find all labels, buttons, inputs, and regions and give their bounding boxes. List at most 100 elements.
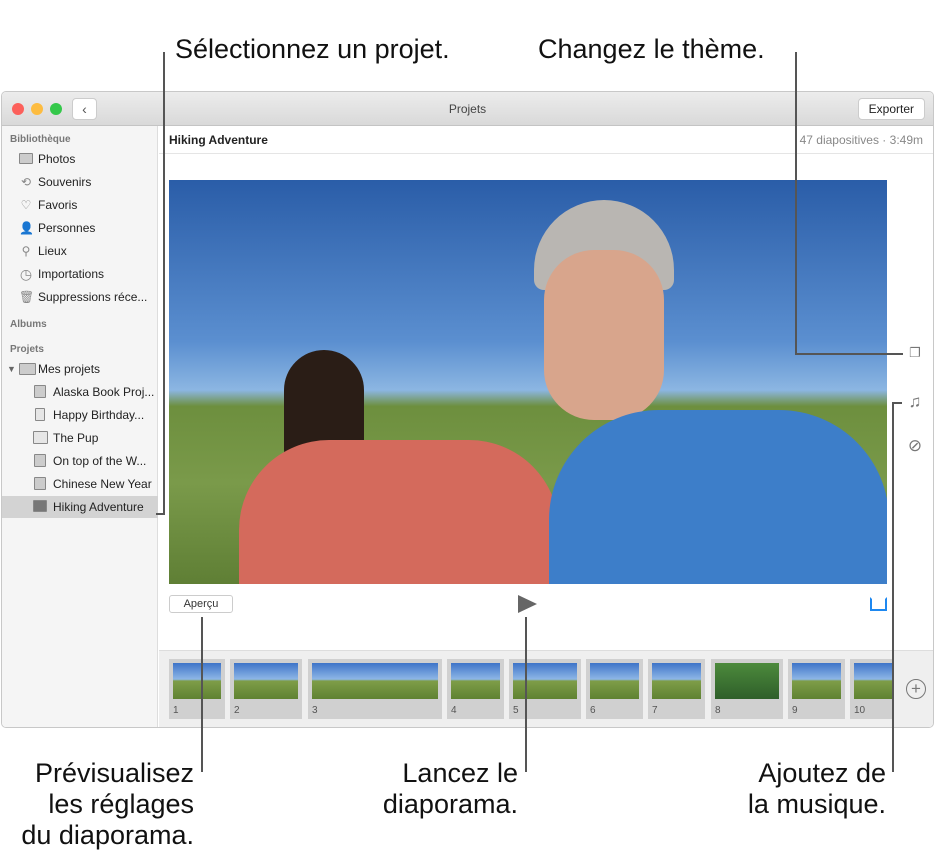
filmstrip: 1 2 3 4 5 6 7 8 9 10 + — [159, 650, 933, 727]
callout-line-select-tick — [156, 513, 165, 515]
filmstrip-slide[interactable]: 3 — [308, 659, 442, 719]
callout-line: diaporama. — [382, 789, 518, 819]
callout-music: Ajoutez de la musique. — [730, 758, 886, 820]
sidebar-project[interactable]: On top of the W... — [2, 450, 158, 472]
sidebar-project[interactable]: Chinese New Year — [2, 473, 158, 495]
calendar-icon — [33, 431, 48, 444]
slide-thumbnail — [854, 663, 892, 699]
filmstrip-slide[interactable]: 10 — [850, 659, 892, 719]
sidebar-item-label: Chinese New Year — [53, 477, 152, 491]
card-icon — [35, 408, 45, 421]
callout-select-project: Sélectionnez un projet. — [175, 34, 450, 64]
sidebar-item-imports[interactable]: ◷ Importations — [2, 263, 158, 285]
book-icon — [34, 477, 46, 490]
sidebar-item-memories[interactable]: ⟲ Souvenirs — [2, 171, 158, 193]
slide-number: 9 — [792, 705, 798, 716]
sidebar-item-label: Photos — [38, 152, 76, 166]
slide-thumbnail — [234, 663, 298, 699]
heart-icon: ♡ — [20, 198, 32, 212]
projects-header: Projets — [10, 344, 44, 355]
sidebar-item-label: Alaska Book Proj... — [53, 385, 155, 399]
memories-icon: ⟲ — [20, 175, 32, 189]
play-button[interactable] — [518, 595, 537, 613]
photos-icon — [19, 153, 33, 164]
sidebar-item-label: Suppressions réce... — [38, 290, 148, 304]
slide-number: 10 — [854, 705, 866, 716]
callout-line: du diaporama. — [21, 820, 194, 850]
clock-icon: ◷ — [19, 266, 33, 282]
slide-number: 1 — [173, 705, 179, 716]
slide-thumbnail — [590, 663, 639, 699]
callout-line: Lancez le — [402, 758, 518, 788]
project-title: Hiking Adventure — [169, 133, 268, 147]
slide-thumbnail — [715, 663, 779, 699]
add-slide-button[interactable]: + — [906, 679, 926, 699]
callout-line: la musique. — [747, 789, 886, 819]
callout-line: Prévisualisez — [34, 758, 194, 788]
timer-icon[interactable]: ⊘ — [905, 436, 925, 456]
filmstrip-slide[interactable]: 9 — [788, 659, 845, 719]
folder-icon — [19, 363, 36, 375]
sidebar-folder-my-projects[interactable]: ▼ Mes projets — [2, 358, 158, 380]
sidebar-item-label: On top of the W... — [53, 454, 147, 468]
sidebar-item-recently-deleted[interactable]: 🗑 Suppressions réce... — [2, 286, 158, 308]
slideshow-icon — [33, 500, 47, 512]
slide-thumbnail — [173, 663, 221, 699]
sidebar-item-favorites[interactable]: ♡ Favoris — [2, 194, 158, 216]
sidebar-item-label: The Pup — [53, 431, 99, 445]
theme-icon[interactable]: ❐ — [905, 345, 925, 361]
slide-number: 8 — [715, 705, 721, 716]
man-face — [544, 250, 664, 420]
filmstrip-slide[interactable]: 2 — [230, 659, 302, 719]
slide-thumbnail — [312, 663, 438, 699]
slide-number: 4 — [451, 705, 457, 716]
filmstrip-slide[interactable]: 8 — [711, 659, 783, 719]
callout-change-theme: Changez le thème. — [538, 34, 765, 64]
book-icon — [34, 385, 46, 398]
slide-thumbnail — [451, 663, 500, 699]
preview-button[interactable]: Aperçu — [169, 595, 233, 613]
sidebar-project-selected[interactable]: Hiking Adventure — [2, 496, 158, 518]
disclosure-triangle-icon[interactable]: ▼ — [7, 358, 16, 380]
slide-thumbnail — [652, 663, 701, 699]
sidebar-project[interactable]: Happy Birthday... — [2, 404, 158, 426]
filmstrip-slide[interactable]: 7 — [648, 659, 705, 719]
repeat-icon[interactable] — [870, 597, 887, 611]
callout-line-select — [163, 52, 165, 515]
pin-icon: ⚲ — [21, 244, 31, 258]
sidebar-item-places[interactable]: ⚲ Lieux — [2, 240, 158, 262]
callout-line-music — [892, 402, 894, 772]
filmstrip-slide[interactable]: 5 — [509, 659, 581, 719]
slide-preview-image — [169, 180, 887, 584]
export-button[interactable]: Exporter — [857, 98, 925, 120]
sidebar: Bibliothèque Photos ⟲ Souvenirs ♡ Favoris … — [2, 126, 158, 727]
window-title: Projets — [448, 102, 487, 116]
filmstrip-slide[interactable]: 4 — [447, 659, 504, 719]
sidebar-project[interactable]: Alaska Book Proj... — [2, 381, 158, 403]
callout-line: Ajoutez de — [758, 758, 886, 788]
callout-line: les réglages — [48, 789, 194, 819]
albums-header[interactable]: Albums — [10, 319, 47, 330]
sidebar-project[interactable]: The Pup — [2, 427, 158, 449]
music-icon[interactable]: ♫ — [905, 392, 925, 412]
slide-number: 3 — [312, 705, 318, 716]
man-shirt — [549, 410, 887, 584]
slide-thumbnail — [513, 663, 577, 699]
sidebar-item-label: Souvenirs — [38, 175, 92, 189]
woman-shirt — [239, 440, 559, 584]
sidebar-item-label: Lieux — [38, 244, 67, 258]
title-bar: ‹ Projets Exporter — [2, 92, 933, 126]
sidebar-item-photos[interactable]: Photos — [2, 148, 158, 170]
library-header: Bibliothèque — [10, 134, 71, 145]
sidebar-item-people[interactable]: 👤 Personnes — [2, 217, 158, 239]
filmstrip-slide[interactable]: 1 — [169, 659, 225, 719]
project-info: 47 diapositives · 3:49m — [799, 133, 923, 147]
trash-icon: 🗑 — [19, 290, 35, 304]
callout-line-theme-tick — [795, 353, 903, 355]
sidebar-item-label: Happy Birthday... — [53, 408, 145, 422]
callout-preview: Prévisualisez les réglages du diaporama. — [6, 758, 194, 851]
sidebar-item-label: Importations — [38, 267, 105, 281]
filmstrip-slide[interactable]: 6 — [586, 659, 643, 719]
person-icon: 👤 — [19, 221, 34, 235]
